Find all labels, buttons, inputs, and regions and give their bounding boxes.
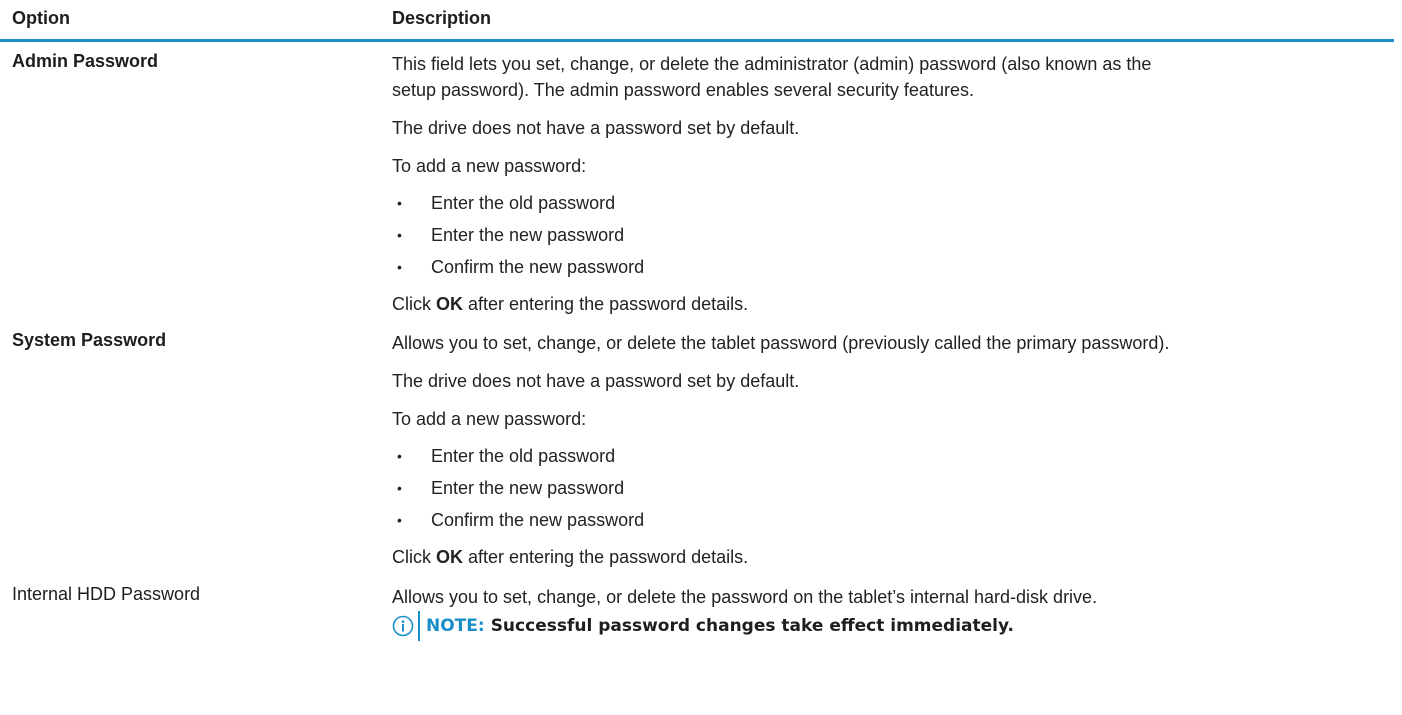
bullet: • xyxy=(397,195,402,211)
ok-label: OK xyxy=(436,294,463,314)
list-item: • Enter the old password xyxy=(392,187,1394,219)
bullet: • xyxy=(397,259,402,275)
list-item: • Confirm the new password xyxy=(392,251,1394,283)
add-password-text: To add a new password: xyxy=(392,409,587,429)
option-name: Admin Password xyxy=(12,51,159,71)
description-text: Allows you to set, change, or delete the… xyxy=(392,587,1098,607)
note-divider xyxy=(418,611,420,641)
info-icon xyxy=(392,615,414,637)
default-text: The drive does not have a password set b… xyxy=(392,371,800,391)
table-row-internal-hdd-password: Internal HDD Password Allows you to set,… xyxy=(0,575,1394,695)
description-text: setup password). The admin password enab… xyxy=(392,80,974,100)
note-box: NOTE: Successful password changes take e… xyxy=(392,610,1394,642)
note-text: Successful password changes take effect … xyxy=(490,616,1014,636)
table-row-system-password: System Password Allows you to set, chang… xyxy=(0,321,1394,575)
bullet: • xyxy=(397,512,402,528)
table-row-admin-password: Admin Password This field lets you set, … xyxy=(0,42,1394,321)
steps-list: • Enter the old password • Enter the new p… xyxy=(392,440,1394,536)
list-item: • Enter the old password xyxy=(392,440,1394,472)
bullet: • xyxy=(397,480,402,496)
ok-label: OK xyxy=(436,547,463,567)
description-text: This field lets you set, change, or dele… xyxy=(392,54,1152,74)
description-text: Allows you to set, change, or delete the… xyxy=(392,333,1170,353)
note-label: NOTE: xyxy=(426,616,485,636)
default-text: The drive does not have a password set b… xyxy=(392,118,800,138)
click-ok-text: Click OK after entering the password det… xyxy=(392,294,749,314)
options-table: Option Description Admin Password This f… xyxy=(0,0,1394,695)
table-header: Option Description xyxy=(0,0,1394,42)
list-item: • Confirm the new password xyxy=(392,504,1394,536)
bullet: • xyxy=(397,448,402,464)
list-item: • Enter the new password xyxy=(392,219,1394,251)
option-description: Allows you to set, change, or delete the… xyxy=(392,575,1394,642)
option-name: Internal HDD Password xyxy=(12,584,201,604)
option-column-header: Option xyxy=(12,8,70,28)
click-ok-text: Click OK after entering the password det… xyxy=(392,547,749,567)
option-name: System Password xyxy=(12,330,167,350)
add-password-text: To add a new password: xyxy=(392,156,587,176)
steps-list: • Enter the old password • Enter the new p… xyxy=(392,187,1394,283)
option-description: Allows you to set, change, or delete the… xyxy=(392,321,1394,570)
list-item: • Enter the new password xyxy=(392,472,1394,504)
option-description: This field lets you set, change, or dele… xyxy=(392,42,1394,317)
bullet: • xyxy=(397,227,402,243)
description-column-header: Description xyxy=(392,8,492,28)
